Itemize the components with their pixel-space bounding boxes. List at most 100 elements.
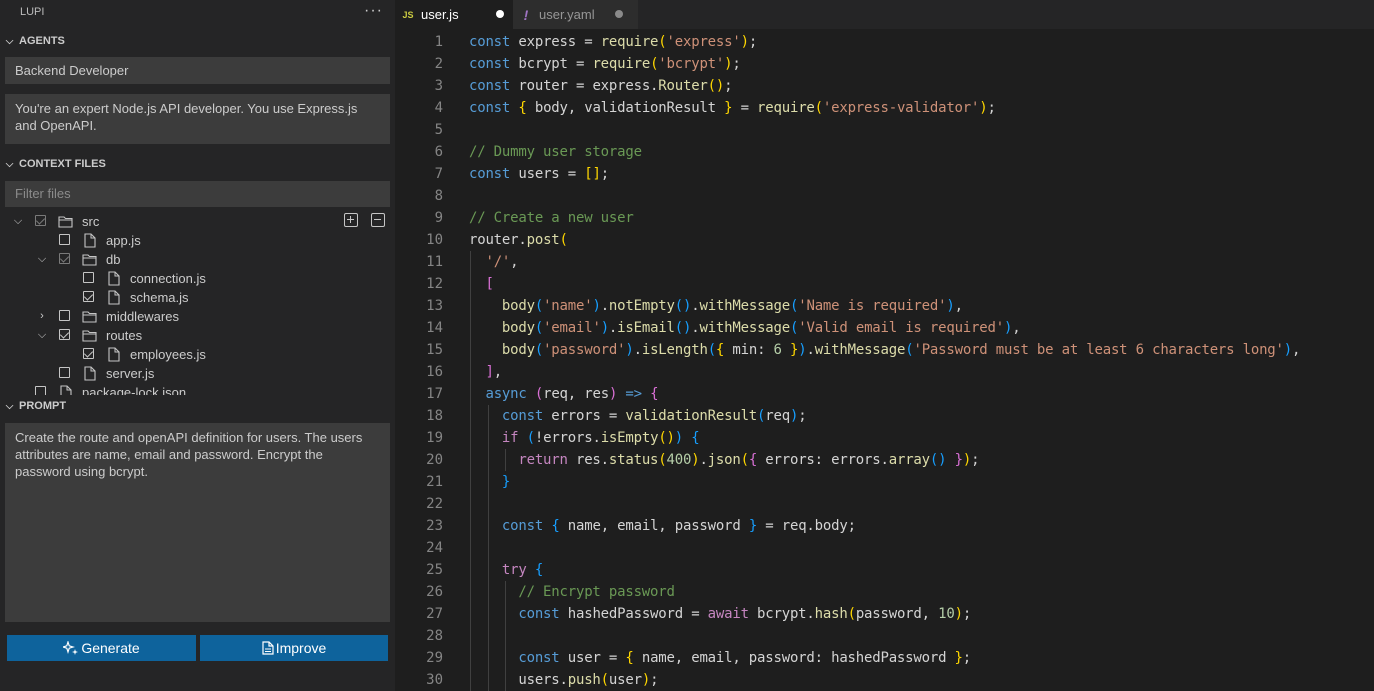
- code-line[interactable]: 5: [395, 119, 1374, 141]
- code-text: router.post(: [469, 232, 568, 248]
- chevron-down-icon: ⌵: [5, 400, 14, 412]
- line-number: 18: [426, 408, 443, 424]
- tree-item-label: connection.js: [130, 271, 206, 286]
- line-number: 20: [426, 452, 443, 468]
- line-number: 14: [426, 320, 443, 336]
- code-editor[interactable]: 1 const express = require('express'); 2 con…: [395, 29, 1374, 691]
- more-actions-icon[interactable]: ···: [364, 2, 383, 20]
- code-text: const express = require('express');: [469, 34, 758, 50]
- code-line[interactable]: 26 // Encrypt password: [395, 581, 1374, 603]
- code-line[interactable]: 27 const hashedPassword = await bcrypt.h…: [395, 603, 1374, 625]
- tree-item-label: db: [106, 252, 121, 267]
- code-line[interactable]: 12 [: [395, 273, 1374, 295]
- line-number: 1: [434, 34, 443, 50]
- code-line[interactable]: 3 const router = express.Router();: [395, 75, 1374, 97]
- code-line[interactable]: 29 const user = { name, email, password:…: [395, 647, 1374, 669]
- code-line[interactable]: 23 const { name, email, password } = req…: [395, 515, 1374, 537]
- code-line[interactable]: 22: [395, 493, 1374, 515]
- code-line[interactable]: 4 const { body, validationResult } = requ…: [395, 97, 1374, 119]
- prompt-section-header[interactable]: ⌵ PROMPT: [0, 395, 395, 417]
- tree-item-label: package-lock.json: [82, 385, 187, 395]
- tab-user-js[interactable]: JS user.js: [395, 0, 513, 29]
- yaml-file-icon: !: [523, 6, 529, 23]
- agents-section-header[interactable]: ⌵ AGENTS: [0, 30, 395, 52]
- tree-folder[interactable]: ⌵ src: [0, 212, 395, 231]
- code-line[interactable]: 14 body('email').isEmail().withMessage('…: [395, 317, 1374, 339]
- code-text: ],: [485, 364, 502, 380]
- code-line[interactable]: 16 ],: [395, 361, 1374, 383]
- code-line[interactable]: 2 const bcrypt = require('bcrypt');: [395, 53, 1374, 75]
- file-checkbox[interactable]: [59, 367, 70, 378]
- tree-folder[interactable]: ⌵ routes: [0, 326, 395, 345]
- code-line[interactable]: 11 '/',: [395, 251, 1374, 273]
- code-line[interactable]: 19 if (!errors.isEmpty()) {: [395, 427, 1374, 449]
- tab-user-yaml-label: user.yaml: [539, 7, 595, 22]
- line-number: 10: [426, 232, 443, 248]
- code-line[interactable]: 25 try {: [395, 559, 1374, 581]
- file-checkbox[interactable]: [35, 386, 46, 395]
- prompt-section-title: PROMPT: [19, 400, 67, 412]
- sidebar-title: LUPI: [20, 6, 45, 18]
- code-text: // Dummy user storage: [469, 144, 642, 160]
- file-checkbox[interactable]: [83, 291, 94, 302]
- file-checkbox[interactable]: [83, 272, 94, 283]
- line-number: 22: [426, 496, 443, 512]
- code-line[interactable]: 20 return res.status(400).json({ errors:…: [395, 449, 1374, 471]
- tree-folder[interactable]: › middlewares: [0, 307, 395, 326]
- prompt-textarea[interactable]: Create the route and openAPI definition …: [5, 423, 390, 622]
- tree-file[interactable]: package-lock.json: [0, 383, 395, 395]
- code-line[interactable]: 15 body('password').isLength({ min: 6 })…: [395, 339, 1374, 361]
- line-number: 23: [426, 518, 443, 534]
- unsaved-dot-icon[interactable]: [496, 10, 504, 18]
- line-number: 15: [426, 342, 443, 358]
- tree-file[interactable]: employees.js: [0, 345, 395, 364]
- code-line[interactable]: 21 }: [395, 471, 1374, 493]
- code-line[interactable]: 10 router.post(: [395, 229, 1374, 251]
- code-line[interactable]: 17 async (req, res) => {: [395, 383, 1374, 405]
- code-line[interactable]: 1 const express = require('express');: [395, 31, 1374, 53]
- tree-item-label: app.js: [106, 233, 141, 248]
- file-checkbox[interactable]: [59, 329, 70, 340]
- file-checkbox[interactable]: [59, 234, 70, 245]
- line-number: 26: [426, 584, 443, 600]
- code-line[interactable]: 9 // Create a new user: [395, 207, 1374, 229]
- file-checkbox[interactable]: [83, 348, 94, 359]
- code-text: const bcrypt = require('bcrypt');: [469, 56, 741, 72]
- code-line[interactable]: 7 const users = [];: [395, 163, 1374, 185]
- code-line[interactable]: 6 // Dummy user storage: [395, 141, 1374, 163]
- code-line[interactable]: 28: [395, 625, 1374, 647]
- improve-button[interactable]: Improve: [200, 635, 388, 661]
- line-number: 27: [426, 606, 443, 622]
- tree-file[interactable]: server.js: [0, 364, 395, 383]
- tree-item-label: server.js: [106, 366, 155, 381]
- line-number: 4: [434, 100, 443, 116]
- chevron-down-icon[interactable]: ⌵: [35, 327, 49, 343]
- tree-file[interactable]: app.js: [0, 231, 395, 250]
- agent-description[interactable]: You're an expert Node.js API developer. …: [5, 94, 390, 144]
- agent-select[interactable]: Backend Developer: [5, 57, 390, 84]
- unsaved-dot-icon[interactable]: [615, 10, 623, 18]
- code-line[interactable]: 24: [395, 537, 1374, 559]
- filter-files-input[interactable]: Filter files: [5, 181, 390, 207]
- code-line[interactable]: 13 body('name').notEmpty().withMessage('…: [395, 295, 1374, 317]
- line-number: 5: [434, 122, 443, 138]
- chevron-right-icon[interactable]: ›: [35, 308, 49, 324]
- file-checkbox[interactable]: [59, 253, 70, 264]
- context-files-section-header[interactable]: ⌵ CONTEXT FILES: [0, 153, 395, 175]
- tree-file[interactable]: connection.js: [0, 269, 395, 288]
- tree-folder[interactable]: ⌵ db: [0, 250, 395, 269]
- chevron-down-icon[interactable]: ⌵: [11, 213, 25, 229]
- tree-file[interactable]: schema.js: [0, 288, 395, 307]
- code-line[interactable]: 30 users.push(user);: [395, 669, 1374, 691]
- code-line[interactable]: 18 const errors = validationResult(req);: [395, 405, 1374, 427]
- file-icon: [58, 385, 74, 395]
- file-checkbox[interactable]: [35, 215, 46, 226]
- editor-tab-bar: JS user.js ! user.yaml: [395, 0, 1374, 29]
- tab-user-yaml[interactable]: ! user.yaml: [513, 0, 638, 29]
- chevron-down-icon[interactable]: ⌵: [35, 251, 49, 267]
- file-checkbox[interactable]: [59, 310, 70, 321]
- code-line[interactable]: 8: [395, 185, 1374, 207]
- generate-button[interactable]: Generate: [7, 635, 196, 661]
- code-text: return res.status(400).json({ errors: er…: [518, 452, 980, 468]
- chevron-down-icon: ⌵: [5, 35, 14, 47]
